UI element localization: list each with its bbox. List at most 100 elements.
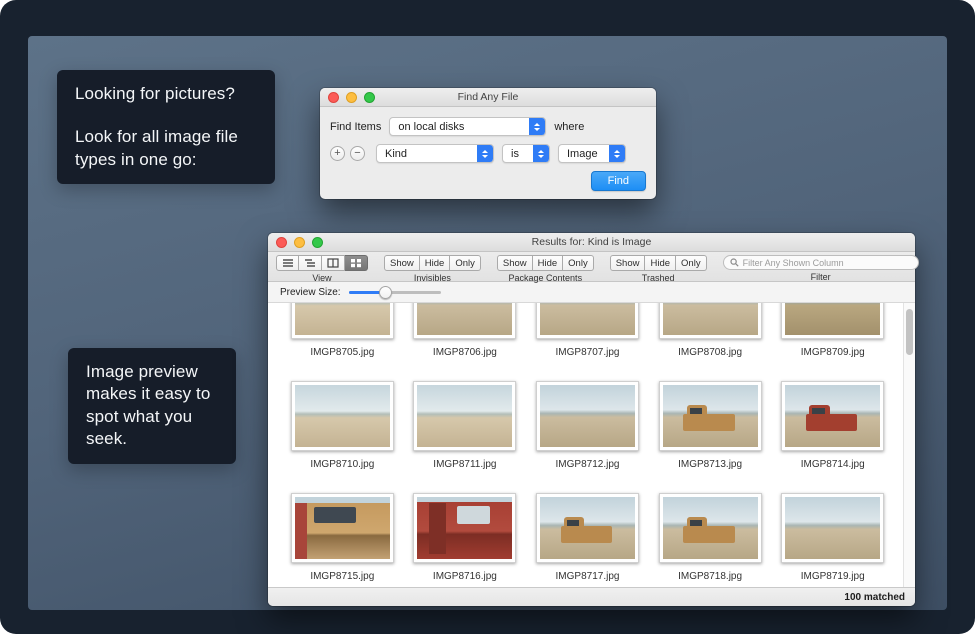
file-thumbnail[interactable] — [781, 493, 884, 563]
invisibles-only-button[interactable]: Only — [450, 255, 481, 271]
thumbnail-image — [785, 497, 880, 559]
find-window-body: Find Items on local disks where + − Kind — [320, 107, 656, 199]
package-contents-group-label: Package Contents — [509, 273, 583, 283]
file-thumbnail[interactable] — [781, 303, 884, 339]
zoom-button[interactable] — [312, 237, 323, 248]
minimize-button[interactable] — [294, 237, 305, 248]
search-scope-popup[interactable]: on local disks — [389, 117, 546, 136]
file-item[interactable]: IMGP8715.jpg — [284, 493, 401, 583]
thumbnail-image — [295, 497, 390, 559]
status-matched-count: 100 matched — [844, 592, 905, 603]
file-name: IMGP8714.jpg — [801, 459, 865, 470]
file-item[interactable]: IMGP8718.jpg — [652, 493, 769, 583]
file-thumbnail[interactable] — [413, 303, 516, 339]
file-item[interactable]: IMGP8709.jpg — [774, 303, 891, 359]
file-thumbnail[interactable] — [659, 493, 762, 563]
scrollbar-thumb[interactable] — [906, 309, 913, 355]
operator-popup[interactable]: is — [502, 144, 550, 163]
file-item[interactable]: IMGP8716.jpg — [407, 493, 524, 583]
results-window-titlebar[interactable]: Results for: Kind is Image — [268, 233, 915, 252]
find-window-titlebar[interactable]: Find Any File — [320, 88, 656, 107]
zoom-button[interactable] — [364, 92, 375, 103]
file-thumbnail[interactable] — [291, 303, 394, 339]
slider-knob[interactable] — [379, 286, 392, 299]
value-popup[interactable]: Image — [558, 144, 626, 163]
file-item[interactable]: IMGP8713.jpg — [652, 381, 769, 471]
invisibles-show-button[interactable]: Show — [384, 255, 420, 271]
popup-arrows-icon — [529, 117, 545, 136]
file-thumbnail[interactable] — [659, 381, 762, 451]
attribute-value: Kind — [385, 148, 407, 160]
file-item[interactable]: IMGP8711.jpg — [407, 381, 524, 471]
file-name: IMGP8713.jpg — [678, 459, 742, 470]
popup-arrows-icon — [609, 144, 625, 163]
filter-input[interactable] — [743, 258, 912, 268]
invisibles-group-label: Invisibles — [414, 273, 451, 283]
package-contents-show-button[interactable]: Show — [497, 255, 533, 271]
preview-size-slider[interactable] — [349, 286, 441, 299]
file-item[interactable]: IMGP8707.jpg — [529, 303, 646, 359]
remove-criterion-button[interactable]: − — [350, 146, 365, 161]
file-thumbnail[interactable] — [536, 493, 639, 563]
preview-size-label: Preview Size: — [280, 287, 341, 298]
find-button[interactable]: Find — [591, 171, 646, 191]
invisibles-hide-button[interactable]: Hide — [420, 255, 451, 271]
close-button[interactable] — [276, 237, 287, 248]
file-item[interactable]: IMGP8705.jpg — [284, 303, 401, 359]
file-thumbnail[interactable] — [781, 381, 884, 451]
popup-arrows-icon — [477, 144, 493, 163]
view-group: View — [276, 255, 368, 283]
file-item[interactable]: IMGP8706.jpg — [407, 303, 524, 359]
truck-shape — [683, 414, 734, 431]
file-name: IMGP8706.jpg — [433, 347, 497, 358]
thumbnail-image — [540, 385, 635, 447]
view-grid-icon[interactable] — [345, 255, 368, 271]
thumbnail-image — [785, 303, 880, 335]
file-item[interactable]: IMGP8710.jpg — [284, 381, 401, 471]
file-thumbnail[interactable] — [291, 493, 394, 563]
search-scope-value: on local disks — [398, 121, 464, 133]
where-label: where — [554, 121, 584, 133]
file-thumbnail[interactable] — [413, 493, 516, 563]
view-list-icon[interactable] — [276, 255, 299, 271]
file-name: IMGP8711.jpg — [433, 459, 496, 470]
file-item[interactable]: IMGP8717.jpg — [529, 493, 646, 583]
thumbnail-image — [295, 385, 390, 447]
file-name: IMGP8712.jpg — [556, 459, 620, 470]
view-group-icon[interactable] — [299, 255, 322, 271]
truck-shape — [806, 414, 857, 431]
add-criterion-button[interactable]: + — [330, 146, 345, 161]
file-item[interactable]: IMGP8708.jpg — [652, 303, 769, 359]
file-thumbnail[interactable] — [536, 303, 639, 339]
callout-text: Image preview makes it easy to spot what… — [86, 361, 218, 451]
view-columns-icon[interactable] — [322, 255, 345, 271]
thumbnail-image — [663, 385, 758, 447]
file-thumbnail[interactable] — [536, 381, 639, 451]
filter-field[interactable] — [723, 255, 919, 270]
trashed-only-button[interactable]: Only — [676, 255, 707, 271]
thumbnail-image — [417, 303, 512, 335]
trashed-hide-button[interactable]: Hide — [645, 255, 676, 271]
file-name: IMGP8715.jpg — [310, 571, 374, 582]
file-item[interactable]: IMGP8719.jpg — [774, 493, 891, 583]
find-items-label: Find Items — [330, 121, 381, 133]
trashed-show-button[interactable]: Show — [610, 255, 646, 271]
file-thumbnail[interactable] — [291, 381, 394, 451]
attribute-popup[interactable]: Kind — [376, 144, 494, 163]
file-item[interactable]: IMGP8712.jpg — [529, 381, 646, 471]
file-thumbnail[interactable] — [413, 381, 516, 451]
file-name: IMGP8719.jpg — [801, 571, 865, 582]
vertical-scrollbar[interactable] — [903, 303, 915, 587]
package-contents-only-button[interactable]: Only — [563, 255, 594, 271]
trashed-group: Show Hide Only Trashed — [610, 255, 707, 283]
package-contents-hide-button[interactable]: Hide — [533, 255, 564, 271]
file-name: IMGP8710.jpg — [310, 459, 374, 470]
file-thumbnail[interactable] — [659, 303, 762, 339]
close-button[interactable] — [328, 92, 339, 103]
file-name: IMGP8708.jpg — [678, 347, 742, 358]
slider-track[interactable] — [349, 291, 441, 294]
package-contents-group: Show Hide Only Package Contents — [497, 255, 594, 283]
callout-looking-for-pictures: Looking for pictures? Look for all image… — [57, 70, 275, 184]
minimize-button[interactable] — [346, 92, 357, 103]
file-item[interactable]: IMGP8714.jpg — [774, 381, 891, 471]
